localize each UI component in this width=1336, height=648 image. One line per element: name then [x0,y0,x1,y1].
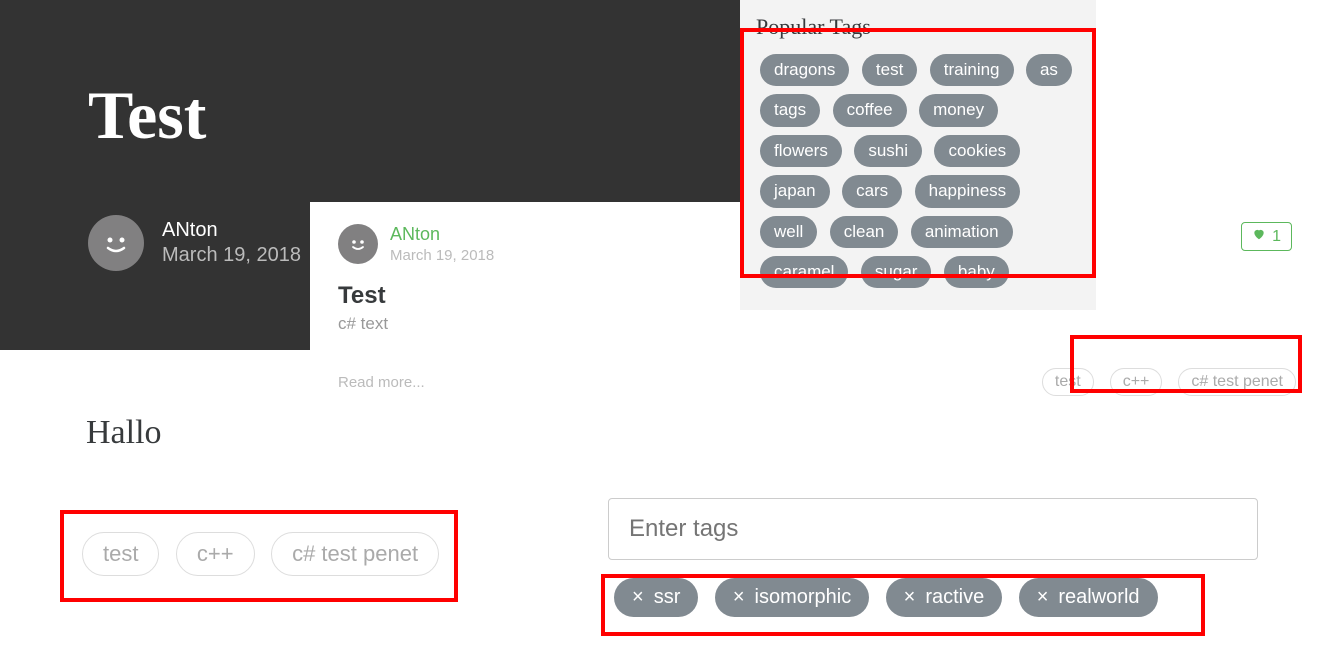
tag-pill[interactable]: sushi [854,135,922,167]
tag-pill[interactable]: flowers [760,135,842,167]
chosen-tag-label: ssr [654,586,681,609]
tag-pill[interactable]: baby [944,256,1009,288]
tag-pill[interactable]: sugar [861,256,932,288]
tag-pill[interactable]: c# test penet [1178,368,1296,396]
tag-pill[interactable]: test [1042,368,1094,396]
tag-pill[interactable]: well [760,216,817,248]
close-icon[interactable]: × [1037,586,1049,609]
read-more-link[interactable]: Read more... [338,374,425,391]
tag-pill[interactable]: tags [760,94,820,126]
tag-pill[interactable]: c++ [1110,368,1163,396]
chosen-tag-label: realworld [1058,586,1139,609]
preview-author-link[interactable]: ANton [390,224,494,245]
close-icon[interactable]: × [632,586,644,609]
avatar[interactable] [88,215,144,271]
article-tags: test c++ c# test penet [76,526,445,582]
chosen-tag-label: isomorphic [755,586,852,609]
tag-editor: × ssr × isomorphic × ractive × realworld [608,498,1258,621]
tag-pill[interactable]: training [930,54,1014,86]
tag-pill[interactable]: japan [760,175,830,207]
close-icon[interactable]: × [904,586,916,609]
chosen-tag[interactable]: × isomorphic [715,578,869,617]
tag-pill[interactable]: cars [842,175,902,207]
author-link[interactable]: ANton [162,219,301,242]
close-icon[interactable]: × [733,586,745,609]
popular-tags-list: dragons test training as tags coffee mon… [756,50,1080,292]
chosen-tag-label: ractive [925,586,984,609]
tag-pill[interactable]: caramel [760,256,848,288]
tag-pill[interactable]: c# test penet [271,532,439,576]
tag-pill[interactable]: clean [830,216,899,248]
like-count: 1 [1272,228,1281,246]
preview-description: c# text [338,314,1300,334]
chosen-tag[interactable]: × realworld [1019,578,1158,617]
tag-input[interactable] [608,498,1258,560]
article-body-text: Hallo [86,414,162,452]
tag-pill[interactable]: test [862,54,917,86]
preview-date: March 19, 2018 [390,247,494,264]
tag-pill[interactable]: coffee [833,94,907,126]
article-date: March 19, 2018 [162,244,301,267]
popular-tags-heading: Popular Tags [756,14,1080,40]
tag-pill[interactable]: test [82,532,159,576]
tag-pill[interactable]: dragons [760,54,849,86]
preview-tags: test c++ c# test penet [1038,364,1300,400]
chosen-tag[interactable]: × ractive [886,578,1003,617]
tag-pill[interactable]: money [919,94,998,126]
tag-pill[interactable]: cookies [934,135,1020,167]
tag-pill[interactable]: as [1026,54,1072,86]
avatar[interactable] [338,224,378,264]
like-button[interactable]: 1 [1241,222,1292,251]
article-title: Test [88,76,740,155]
tag-pill[interactable]: happiness [915,175,1021,207]
popular-tags-panel: Popular Tags dragons test training as ta… [740,0,1096,310]
tag-pill[interactable]: c++ [176,532,255,576]
chosen-tag[interactable]: × ssr [614,578,698,617]
tag-pill[interactable]: animation [911,216,1013,248]
heart-icon [1252,227,1266,246]
chosen-tags: × ssr × isomorphic × ractive × realworld [608,574,1258,621]
